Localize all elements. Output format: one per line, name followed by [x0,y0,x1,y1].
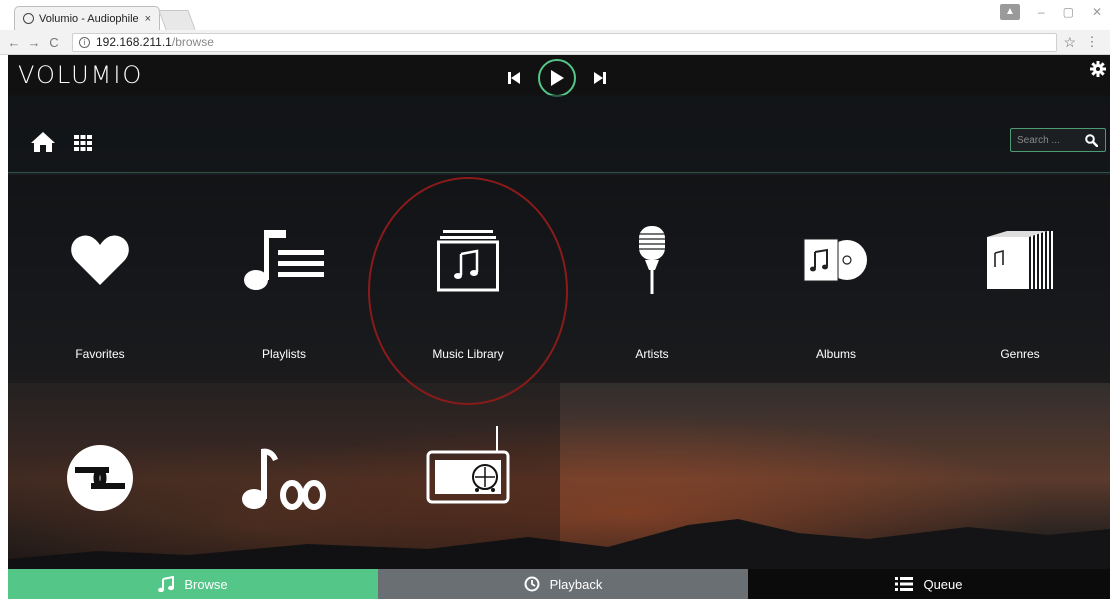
queue-tab[interactable]: Queue [748,569,1110,599]
radio-icon [426,426,510,504]
genres-icon [987,231,1053,289]
volumio-app: VOLUMIO Search ... Favorites Playlists M… [8,55,1110,599]
tab-close-button[interactable]: × [145,13,151,25]
url-input[interactable]: i 192.168.211.1/browse [72,32,1058,52]
minimize-button[interactable]: – [1038,5,1045,19]
playlist-icon [244,230,324,290]
search-icon[interactable] [1085,133,1098,147]
user-profile-icon[interactable]: ▲ [999,4,1020,20]
browser-tab[interactable]: Volumio - Audiophile I × [14,6,160,30]
browse-tab[interactable]: Browse [8,569,378,599]
tile-label: Albums [815,347,856,361]
tab-title: Volumio - Audiophile I [39,12,141,25]
volumio-logo: VOLUMIO [18,61,144,89]
search-box [1010,128,1106,152]
tile-favorites[interactable]: Favorites [8,175,192,383]
browser-menu-icon[interactable]: ⋮ [1084,34,1100,50]
search-input[interactable] [1011,129,1083,151]
microphone-icon [639,226,665,294]
tile-last-fm[interactable] [192,383,376,591]
tile-genres[interactable]: Genres [928,175,1110,383]
music-note-icon [158,576,175,592]
tile-label: Favorites [75,347,125,361]
list-icon [895,577,914,591]
queue-label: Queue [923,576,963,592]
tile-tidal-connect[interactable] [8,383,192,591]
reload-button[interactable]: C [46,35,62,50]
play-icon [551,70,564,86]
tile-artists[interactable]: Artists [560,175,744,383]
grid-icon[interactable] [74,135,92,151]
close-window-button[interactable]: ✕ [1092,5,1102,19]
clock-icon [524,576,540,592]
top-bar: VOLUMIO [8,55,1110,97]
browser-tabstrip: Volumio - Audiophile I × ▲ – ▢ ✕ [0,0,1110,30]
volumio-favicon-icon [23,13,34,24]
tile-label: Genres [1000,347,1040,361]
tile-label: Playlists [261,347,306,361]
playback-label: Playback [549,576,603,592]
playback-tab[interactable]: Playback [378,569,748,599]
album-icon [803,238,867,282]
url-host: 192.168.211.1 [96,35,172,49]
browse-grid: Favorites Playlists Music Library Artist… [8,175,1110,591]
back-button[interactable]: ← [6,35,22,50]
forward-button[interactable]: → [26,35,42,50]
play-button[interactable] [538,59,576,97]
tile-web-radio[interactable] [376,383,560,591]
skip-back-icon[interactable] [508,71,520,85]
tile-albums[interactable]: Albums [744,175,928,383]
url-path: /browse [171,35,214,49]
maximize-button[interactable]: ▢ [1063,5,1074,19]
tile-label: Artists [635,347,669,361]
address-bar: ← → C i 192.168.211.1/browse ☆ ⋮ [0,30,1110,55]
tile-playlists[interactable]: Playlists [192,175,376,383]
annotation-highlight-circle [368,177,568,405]
bottom-nav: Browse Playback Queue [8,569,1110,599]
heart-icon [71,235,129,285]
transport-controls [508,59,606,97]
gear-icon[interactable] [1090,61,1106,77]
browse-toolbar [8,95,1110,173]
last-fm-icon [242,448,326,510]
window-controls: ▲ – ▢ ✕ [999,4,1102,20]
new-tab-button[interactable] [158,10,196,30]
tidal-link-icon [67,445,133,511]
site-info-icon[interactable]: i [79,36,90,48]
browse-label: Browse [184,576,228,592]
home-icon[interactable] [30,131,56,153]
bookmark-star-icon[interactable]: ☆ [1063,34,1076,51]
skip-forward-icon[interactable] [594,71,606,85]
